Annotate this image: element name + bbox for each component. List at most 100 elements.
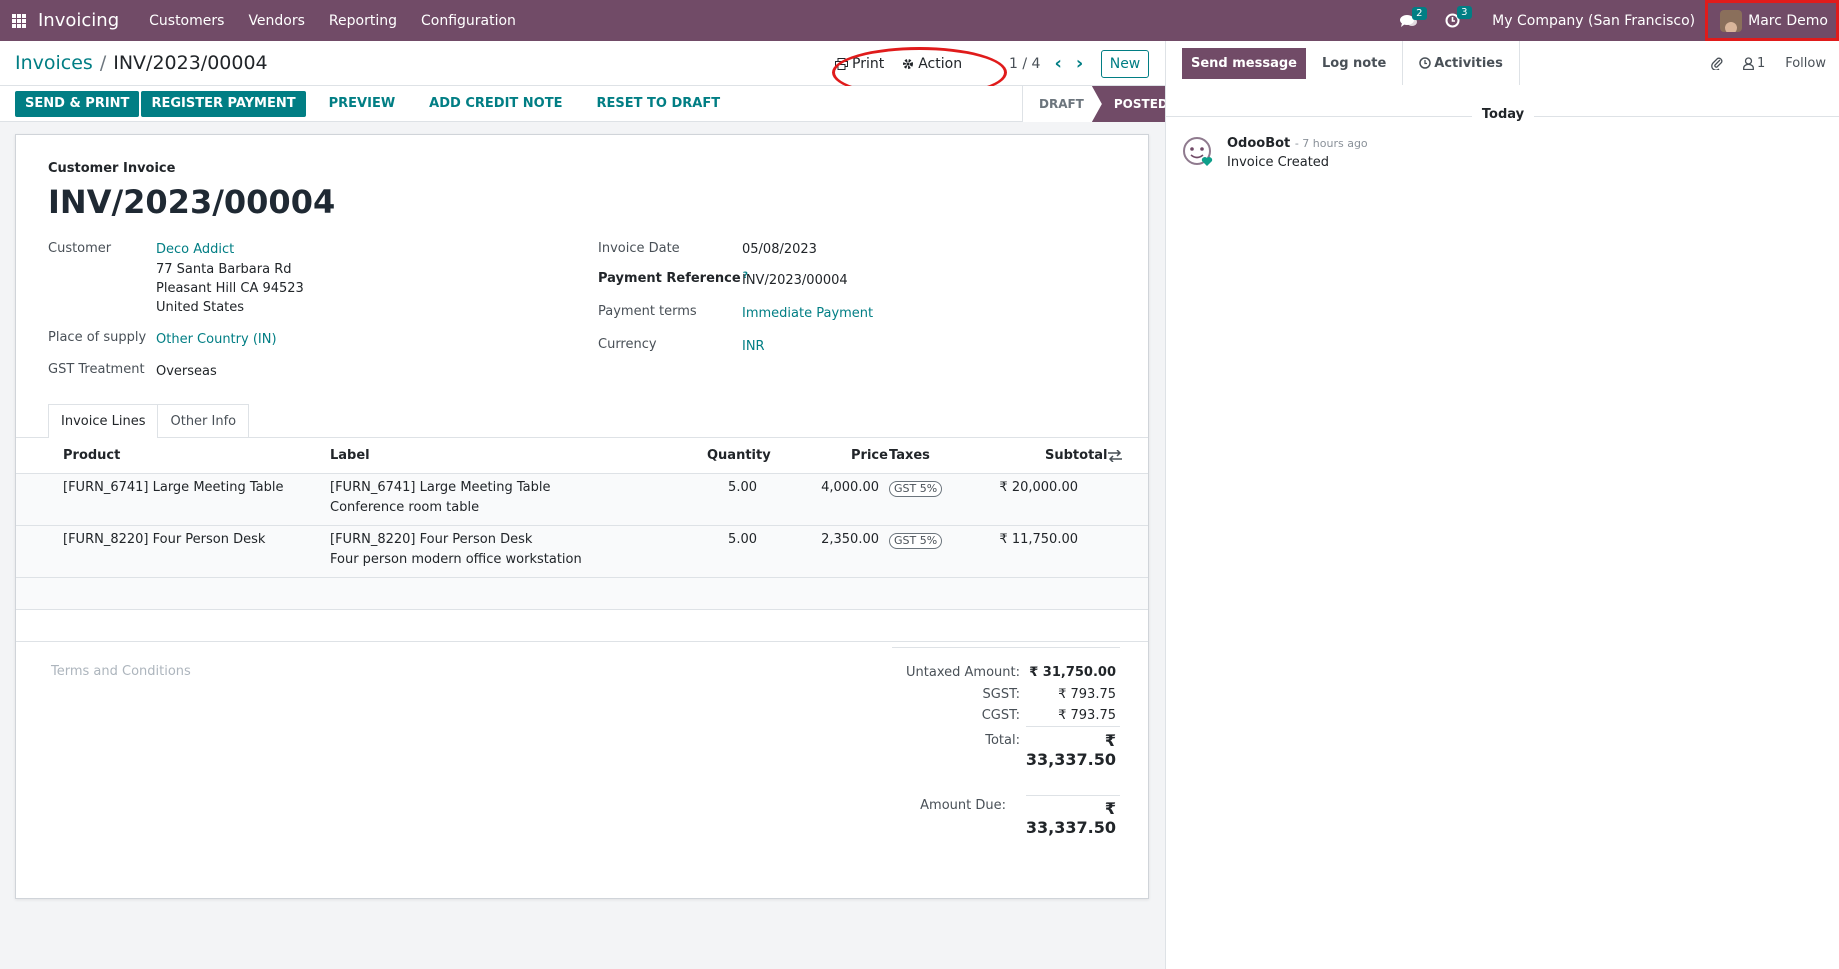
sgst-label: SGST: xyxy=(982,687,1020,702)
preview-button[interactable]: PREVIEW xyxy=(318,96,407,111)
place-of-supply-link[interactable]: Other Country (IN) xyxy=(156,330,277,349)
messages-count-badge: 2 xyxy=(1412,6,1427,20)
total-value: ₹ 33,337.50 xyxy=(1025,731,1116,769)
menu-reporting[interactable]: Reporting xyxy=(329,13,397,29)
menu-vendors[interactable]: Vendors xyxy=(248,13,304,29)
invoice-form-sheet: Customer Invoice INV/2023/00004 Customer… xyxy=(15,134,1149,899)
user-icon xyxy=(1742,56,1754,70)
activities-button[interactable]: Activities xyxy=(1402,41,1520,85)
payment-reference-value[interactable]: INV/2023/00004 xyxy=(742,271,848,290)
amount-due-label: Amount Due: xyxy=(920,798,1006,813)
table-row[interactable]: [FURN_8220] Four Person Desk [FURN_8220]… xyxy=(16,526,1148,578)
invoice-type-label: Customer Invoice xyxy=(48,161,176,176)
register-payment-button[interactable]: REGISTER PAYMENT xyxy=(141,90,306,117)
col-quantity[interactable]: Quantity xyxy=(707,448,771,463)
breadcrumb-separator: / xyxy=(99,52,107,74)
sgst-value: ₹ 793.75 xyxy=(1058,687,1116,702)
line-price: 4,000.00 xyxy=(821,480,879,495)
line-quantity: 5.00 xyxy=(728,480,757,495)
tax-tag[interactable]: GST 5% xyxy=(889,481,943,497)
customer-label: Customer xyxy=(48,241,112,256)
send-print-button[interactable]: SEND & PRINT xyxy=(15,90,140,117)
apps-grid-icon[interactable] xyxy=(12,13,26,28)
breadcrumb-current: INV/2023/00004 xyxy=(113,52,268,74)
gst-treatment-value[interactable]: Overseas xyxy=(156,362,217,381)
follow-button[interactable]: Follow xyxy=(1785,56,1826,71)
add-credit-note-button[interactable]: ADD CREDIT NOTE xyxy=(418,96,573,111)
currency-link[interactable]: INR xyxy=(742,337,765,356)
amount-due-divider xyxy=(1026,795,1120,796)
menu-configuration[interactable]: Configuration xyxy=(421,13,516,29)
table-row[interactable]: [FURN_6741] Large Meeting Table [FURN_67… xyxy=(16,474,1148,526)
message-author-name[interactable]: OdooBot xyxy=(1227,136,1290,151)
line-price: 2,350.00 xyxy=(821,532,879,547)
customer-name-link[interactable]: Deco Addict xyxy=(156,240,234,259)
col-label[interactable]: Label xyxy=(330,448,370,463)
message-body: Invoice Created xyxy=(1227,155,1330,170)
currency-label: Currency xyxy=(598,337,657,352)
tab-invoice-lines[interactable]: Invoice Lines xyxy=(48,404,159,438)
log-note-button[interactable]: Log note xyxy=(1306,41,1402,85)
messaging-menu[interactable]: 2 xyxy=(1400,6,1427,28)
tab-other-info[interactable]: Other Info xyxy=(157,404,250,438)
user-menu[interactable]: Marc Demo xyxy=(1705,0,1839,41)
avatar xyxy=(1720,9,1743,32)
new-button[interactable]: New xyxy=(1101,50,1149,78)
payment-terms-link[interactable]: Immediate Payment xyxy=(742,304,873,323)
col-subtotal[interactable]: Subtotal xyxy=(1045,448,1108,463)
col-price[interactable]: Price xyxy=(851,448,888,463)
totals-top-divider xyxy=(892,647,1120,648)
tax-tag[interactable]: GST 5% xyxy=(889,533,943,549)
company-switcher[interactable]: My Company (San Francisco) xyxy=(1492,13,1695,29)
top-navbar: Invoicing Customers Vendors Reporting Co… xyxy=(0,0,1839,41)
column-settings-icon[interactable] xyxy=(1108,450,1122,462)
pager-value[interactable]: 1 / 4 xyxy=(1009,56,1040,72)
gst-treatment-label: GST Treatment xyxy=(48,362,145,377)
line-description: Four person modern office workstation xyxy=(330,552,582,567)
terms-conditions-field[interactable]: Terms and Conditions xyxy=(51,664,191,679)
chatter-topbar: Send message Log note Activities 1 Follo… xyxy=(1166,41,1839,85)
attachment-button[interactable] xyxy=(1711,56,1723,70)
invoice-number-title: INV/2023/00004 xyxy=(48,183,336,221)
status-bar: SEND & PRINT REGISTER PAYMENT PREVIEW AD… xyxy=(0,86,1184,122)
activity-menu[interactable]: 3 xyxy=(1445,6,1472,28)
customer-address-line2: Pleasant Hill CA 94523 xyxy=(156,281,304,296)
amount-due-value: ₹ 33,337.50 xyxy=(1025,799,1116,837)
message-author: OdooBot - 7 hours ago xyxy=(1227,136,1368,151)
line-label: [FURN_8220] Four Person Desk xyxy=(330,532,533,547)
line-product: [FURN_8220] Four Person Desk xyxy=(63,532,266,547)
untaxed-amount-label: Untaxed Amount: xyxy=(906,665,1020,680)
place-of-supply-label: Place of supply xyxy=(48,330,147,345)
customer-address-line3: United States xyxy=(156,300,245,315)
empty-row xyxy=(16,578,1148,610)
date-separator: Today xyxy=(1166,107,1839,122)
record-pager: 1 / 4 ‹ › xyxy=(1009,41,1083,86)
line-subtotal: ₹ 11,750.00 xyxy=(999,532,1078,547)
app-brand[interactable]: Invoicing xyxy=(38,10,119,31)
send-message-button[interactable]: Send message xyxy=(1182,47,1306,79)
user-name: Marc Demo xyxy=(1748,12,1828,29)
col-product[interactable]: Product xyxy=(63,448,120,463)
pager-next-icon[interactable]: › xyxy=(1076,53,1083,74)
state-draft[interactable]: DRAFT xyxy=(1022,86,1098,122)
followers-button[interactable]: 1 xyxy=(1742,55,1766,71)
invoice-date-value[interactable]: 05/08/2023 xyxy=(742,240,817,259)
col-taxes[interactable]: Taxes xyxy=(889,448,930,463)
line-product: [FURN_6741] Large Meeting Table xyxy=(63,480,284,495)
invoice-date-label: Invoice Date xyxy=(598,241,680,256)
total-label: Total: xyxy=(985,733,1020,748)
menu-customers[interactable]: Customers xyxy=(149,13,224,29)
status-pipeline: DRAFT POSTED xyxy=(1022,86,1184,122)
odoobot-avatar-icon[interactable] xyxy=(1182,136,1216,170)
line-quantity: 5.00 xyxy=(728,532,757,547)
activities-label: Activities xyxy=(1434,55,1503,71)
untaxed-amount-value: ₹ 31,750.00 xyxy=(1029,665,1116,680)
notebook-tabs: Invoice Lines Other Info xyxy=(48,404,250,438)
breadcrumb: Invoices / INV/2023/00004 xyxy=(15,52,268,74)
breadcrumb-invoices[interactable]: Invoices xyxy=(15,52,93,74)
customer-address-line1: 77 Santa Barbara Rd xyxy=(156,262,292,277)
followers-count: 1 xyxy=(1756,55,1766,71)
pager-previous-icon[interactable]: ‹ xyxy=(1054,53,1061,74)
reset-to-draft-button[interactable]: RESET TO DRAFT xyxy=(585,96,731,111)
line-subtotal: ₹ 20,000.00 xyxy=(999,480,1078,495)
